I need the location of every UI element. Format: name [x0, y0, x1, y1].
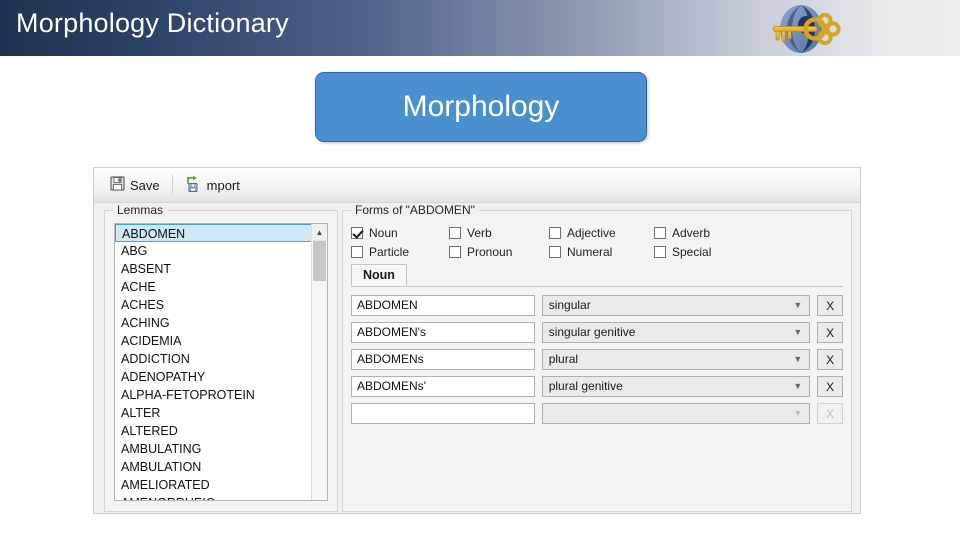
checkbox-icon[interactable] [549, 226, 561, 239]
lemma-list[interactable]: ABDOMEN ABG ABSENT ACHE ACHES ACHING ACIDEMIA A… [114, 223, 328, 501]
checkbox-label: Special [672, 244, 712, 259]
table-row: ABDOMENs plural ▼ X [351, 349, 843, 370]
lemma-list-scrollbar[interactable]: ▲ [311, 224, 327, 500]
list-item[interactable]: ABSENT [115, 260, 327, 278]
table-row: ABDOMENs' plural genitive ▼ X [351, 376, 843, 397]
grammatical-category-select[interactable]: ▼ [541, 403, 811, 424]
checkbox-label: Adverb [672, 225, 711, 240]
list-item[interactable]: AMENORRHEIC [115, 494, 327, 500]
form-text-input[interactable]: ABDOMEN's [351, 322, 535, 343]
checkbox-pronoun[interactable]: Pronoun [449, 245, 549, 259]
checkbox-label: Particle [369, 244, 410, 259]
table-row: ABDOMEN's singular genitive ▼ X [351, 322, 843, 343]
delete-row-button[interactable]: X [817, 376, 843, 397]
form-text-input[interactable]: ABDOMENs [351, 349, 535, 370]
delete-row-button[interactable]: X [817, 322, 843, 343]
morphology-button[interactable]: Morphology [315, 72, 647, 142]
delete-row-button: X [817, 403, 843, 424]
list-item[interactable]: ADDICTION [115, 350, 327, 368]
chevron-down-icon[interactable]: ▼ [793, 404, 802, 423]
table-row: ABDOMEN singular ▼ X [351, 295, 843, 316]
grammatical-category-select[interactable]: singular ▼ [541, 295, 811, 316]
select-value: plural [548, 352, 579, 366]
chevron-up-icon[interactable]: ▲ [312, 224, 327, 241]
checkbox-noun[interactable]: Noun [351, 226, 449, 240]
lemma-list-items: ABDOMEN ABG ABSENT ACHE ACHES ACHING ACIDEMIA A… [115, 224, 327, 500]
checkbox-label: Pronoun [467, 244, 513, 259]
forms-panel-legend: Forms of "ABDOMEN" [351, 203, 479, 217]
checkbox-icon[interactable] [449, 226, 461, 239]
page-title: Morphology Dictionary [16, 8, 289, 38]
forms-panel: Forms of "ABDOMEN" Noun Verb Adjective Adve… [342, 203, 852, 512]
word-forms-table: ABDOMEN singular ▼ X ABDOMEN's singular genit… [351, 295, 843, 430]
list-item[interactable]: AMBULATING [115, 440, 327, 458]
select-value: plural genitive [548, 379, 623, 393]
chevron-down-icon[interactable]: ▼ [793, 350, 802, 369]
list-item[interactable]: ABG [115, 242, 327, 260]
select-value: singular [548, 298, 591, 312]
checkbox-label: Numeral [567, 244, 613, 259]
checkbox-adverb[interactable]: Adverb [654, 226, 754, 240]
form-text-input[interactable]: ABDOMENs' [351, 376, 535, 397]
chevron-down-icon[interactable]: ▼ [793, 296, 802, 315]
select-value: singular genitive [548, 325, 636, 339]
list-item[interactable]: AMBULATION [115, 458, 327, 476]
toolbar-separator [171, 175, 173, 195]
list-item[interactable]: ACHES [115, 296, 327, 314]
checkbox-verb[interactable]: Verb [449, 226, 549, 240]
checkbox-particle[interactable]: Particle [351, 245, 449, 259]
form-text-input[interactable]: ABDOMEN [351, 295, 535, 316]
import-button[interactable]: mport [179, 172, 246, 198]
import-button-label: mport [206, 177, 240, 193]
checkbox-icon[interactable] [654, 245, 666, 258]
grammatical-category-select[interactable]: plural ▼ [541, 349, 811, 370]
scrollbar-thumb[interactable] [313, 241, 326, 281]
morphology-button-label: Morphology [402, 90, 560, 123]
checkbox-icon[interactable] [351, 226, 363, 239]
table-row: ▼ X [351, 403, 843, 424]
slide-title-bar: Morphology Dictionary [0, 0, 960, 56]
import-arrow-icon [185, 175, 202, 195]
list-item[interactable]: ALTER [115, 404, 327, 422]
globe-key-logo [757, 3, 843, 55]
checkbox-label: Verb [467, 225, 492, 240]
list-item[interactable]: ALTERED [115, 422, 327, 440]
grammatical-category-select[interactable]: plural genitive ▼ [541, 376, 811, 397]
part-of-speech-checkbox-group: Noun Verb Adjective Adverb Particle Pronoun Nu… [351, 223, 843, 261]
checkbox-icon[interactable] [449, 245, 461, 258]
tab-noun[interactable]: Noun [351, 264, 407, 286]
save-button-label: Save [130, 177, 160, 193]
list-item[interactable]: ABDOMEN [115, 224, 326, 242]
checkbox-label: Noun [369, 225, 398, 240]
list-item[interactable]: ALPHA-FETOPROTEIN [115, 386, 327, 404]
list-item[interactable]: AMELIORATED [115, 476, 327, 494]
form-text-input[interactable] [351, 403, 535, 424]
list-item[interactable]: ACHING [115, 314, 327, 332]
lemmas-panel: Lemmas ABDOMEN ABG ABSENT ACHE ACHES ACHING AC… [104, 203, 338, 512]
list-item[interactable]: ADENOPATHY [115, 368, 327, 386]
checkbox-icon[interactable] [654, 226, 666, 239]
save-button[interactable]: Save [104, 172, 166, 198]
floppy-disk-icon [110, 176, 125, 194]
delete-row-button[interactable]: X [817, 349, 843, 370]
checkbox-icon[interactable] [549, 245, 561, 258]
checkbox-icon[interactable] [351, 245, 363, 258]
delete-row-button[interactable]: X [817, 295, 843, 316]
grammatical-category-select[interactable]: singular genitive ▼ [541, 322, 811, 343]
checkbox-adjective[interactable]: Adjective [549, 226, 654, 240]
tab-strip: Noun [351, 264, 843, 287]
list-item[interactable]: ACHE [115, 278, 327, 296]
checkbox-label: Adjective [567, 225, 616, 240]
application-window: Save mport Lemmas ABDOMEN ABG ABSENT ACHE AC… [93, 167, 861, 514]
checkbox-special[interactable]: Special [654, 245, 754, 259]
list-item[interactable]: ACIDEMIA [115, 332, 327, 350]
toolbar: Save mport [94, 168, 860, 203]
chevron-down-icon[interactable]: ▼ [793, 323, 802, 342]
chevron-down-icon[interactable]: ▼ [793, 377, 802, 396]
checkbox-numeral[interactable]: Numeral [549, 245, 654, 259]
lemmas-panel-legend: Lemmas [113, 203, 168, 217]
